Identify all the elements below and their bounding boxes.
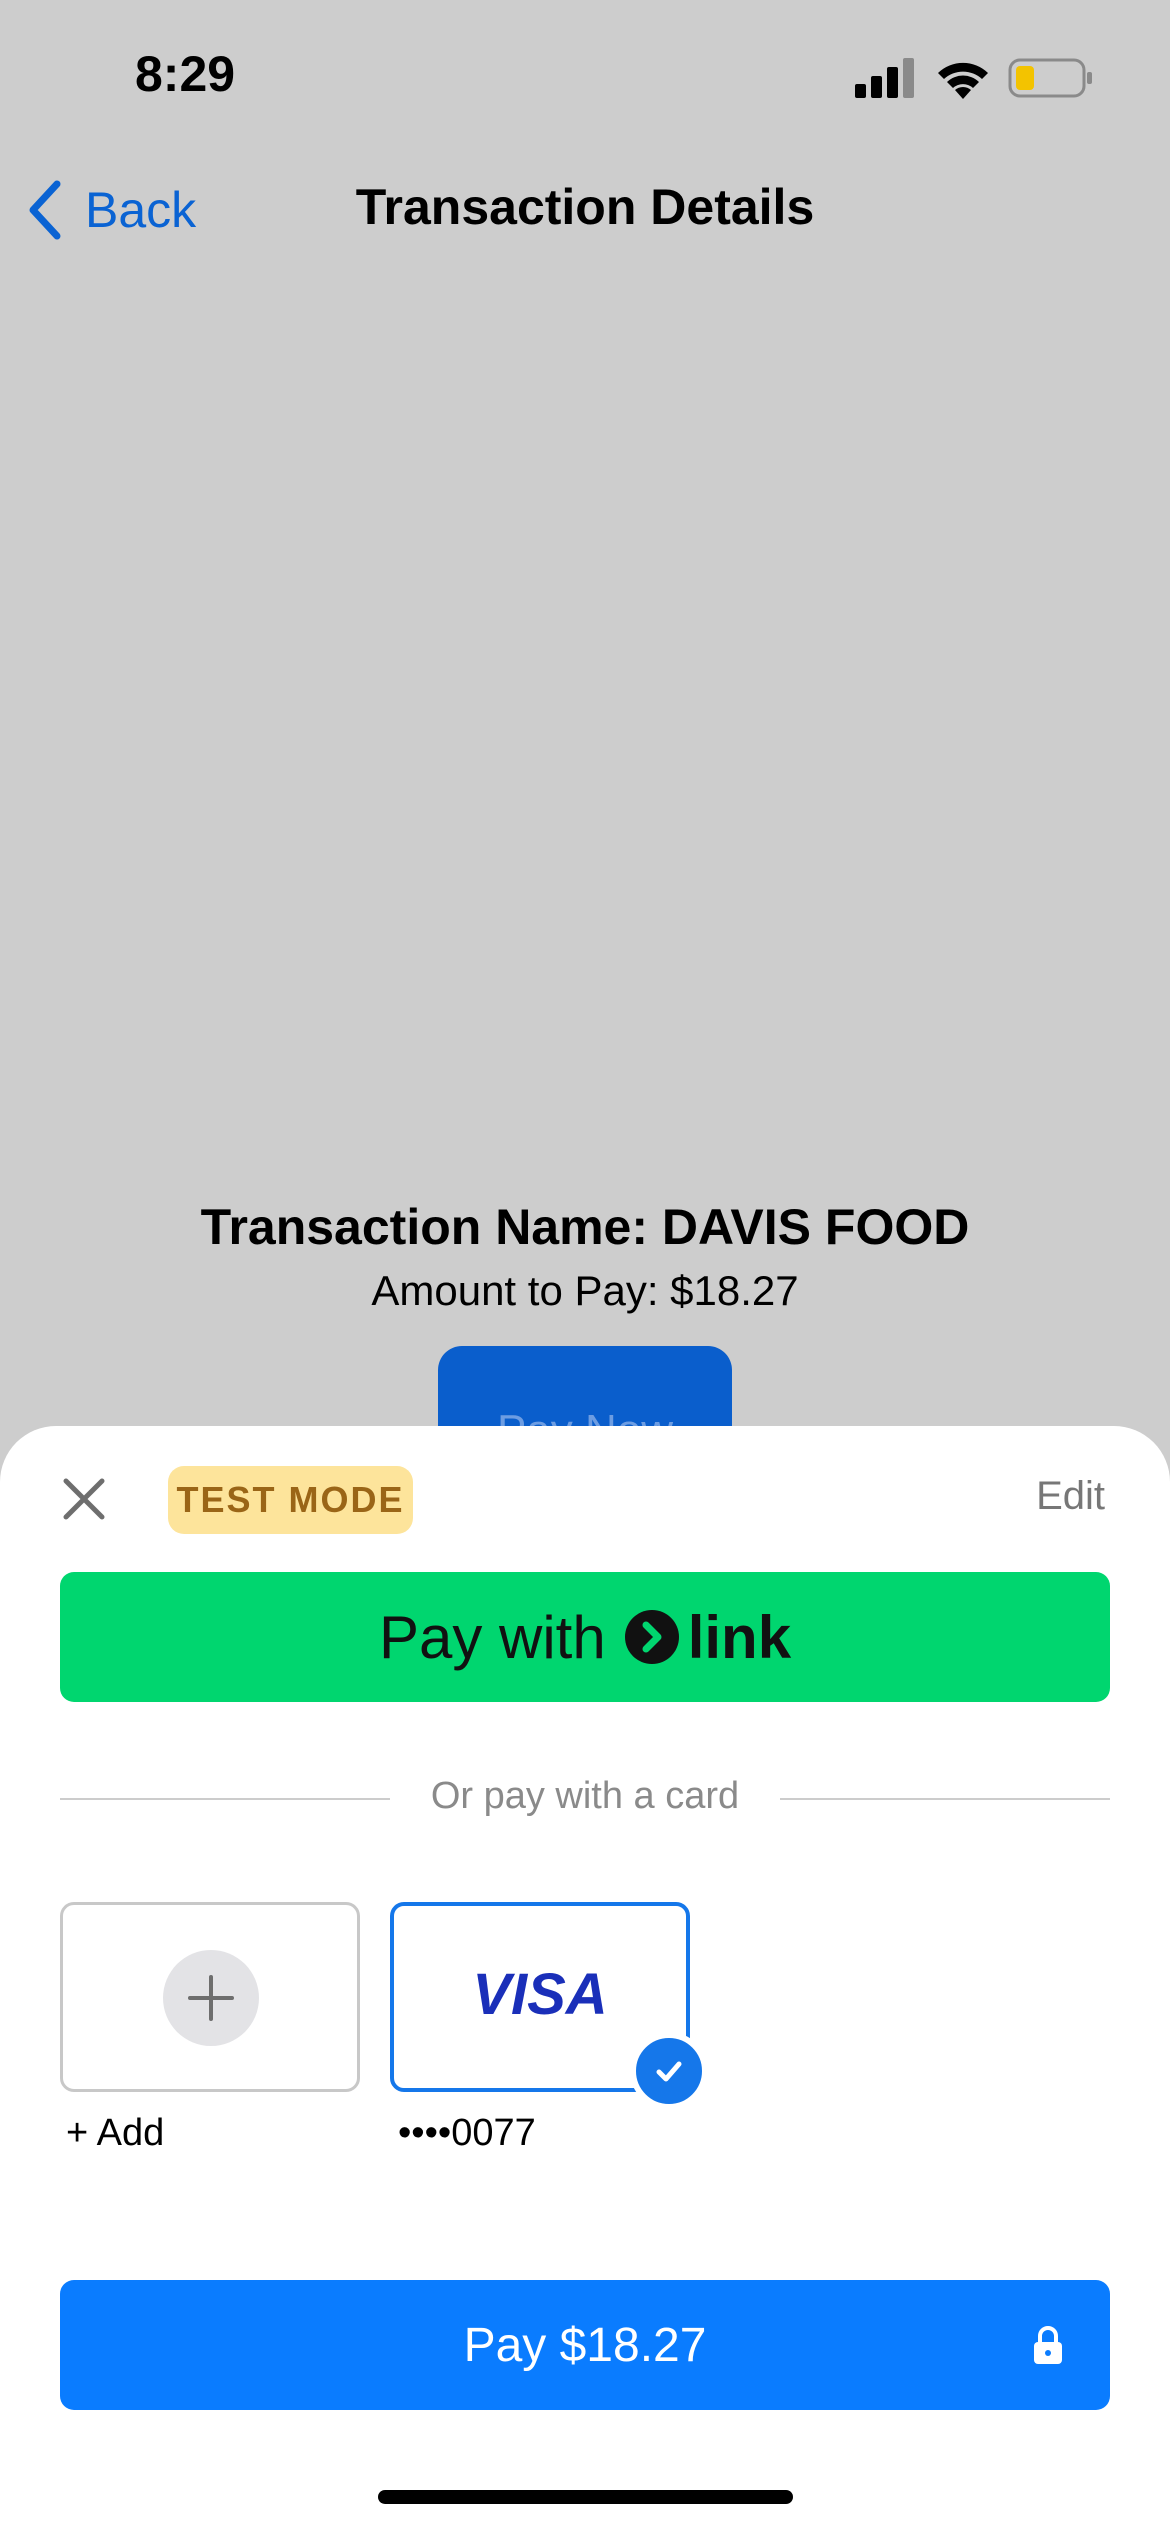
plus-circle — [163, 1950, 259, 2046]
saved-card-label: ••••0077 — [398, 2112, 536, 2154]
pay-button[interactable]: Pay $18.27 — [60, 2280, 1110, 2410]
checkmark-icon — [656, 2061, 682, 2082]
close-icon[interactable] — [60, 1475, 108, 1523]
add-card-label: + Add — [66, 2112, 165, 2154]
transaction-name: Transaction Name: DAVIS FOOD — [200, 1199, 970, 1255]
wifi-icon — [938, 62, 988, 99]
battery-icon — [1008, 58, 1092, 98]
link-logo: link — [624, 1603, 791, 1672]
page-title: Transaction Details — [355, 179, 815, 235]
divider-right — [780, 1798, 1110, 1800]
plus-icon — [188, 1975, 234, 2021]
pay-with-link-button[interactable]: Pay with link — [60, 1572, 1110, 1702]
link-button-prefix: Pay with — [378, 1603, 606, 1671]
visa-logo: VISA — [472, 1962, 608, 2027]
divider-text: Or pay with a card — [430, 1775, 740, 1817]
lock-icon — [1034, 2326, 1062, 2364]
link-brand-text: link — [687, 1603, 792, 1671]
status-bar: 8:29 — [0, 0, 1170, 150]
edit-button[interactable]: Edit — [1036, 1474, 1105, 1519]
selected-checkmark — [630, 2032, 708, 2110]
pay-button-label: Pay $18.27 — [463, 2318, 707, 2372]
transaction-amount: Amount to Pay: $18.27 — [371, 1267, 799, 1314]
link-arrow-icon — [624, 1610, 679, 1664]
status-time: 8:29 — [135, 46, 236, 102]
add-card-tile[interactable] — [60, 1902, 360, 2092]
cellular-signal-icon — [855, 58, 914, 98]
home-indicator — [378, 2490, 793, 2504]
test-mode-badge: TEST MODE — [168, 1466, 413, 1534]
